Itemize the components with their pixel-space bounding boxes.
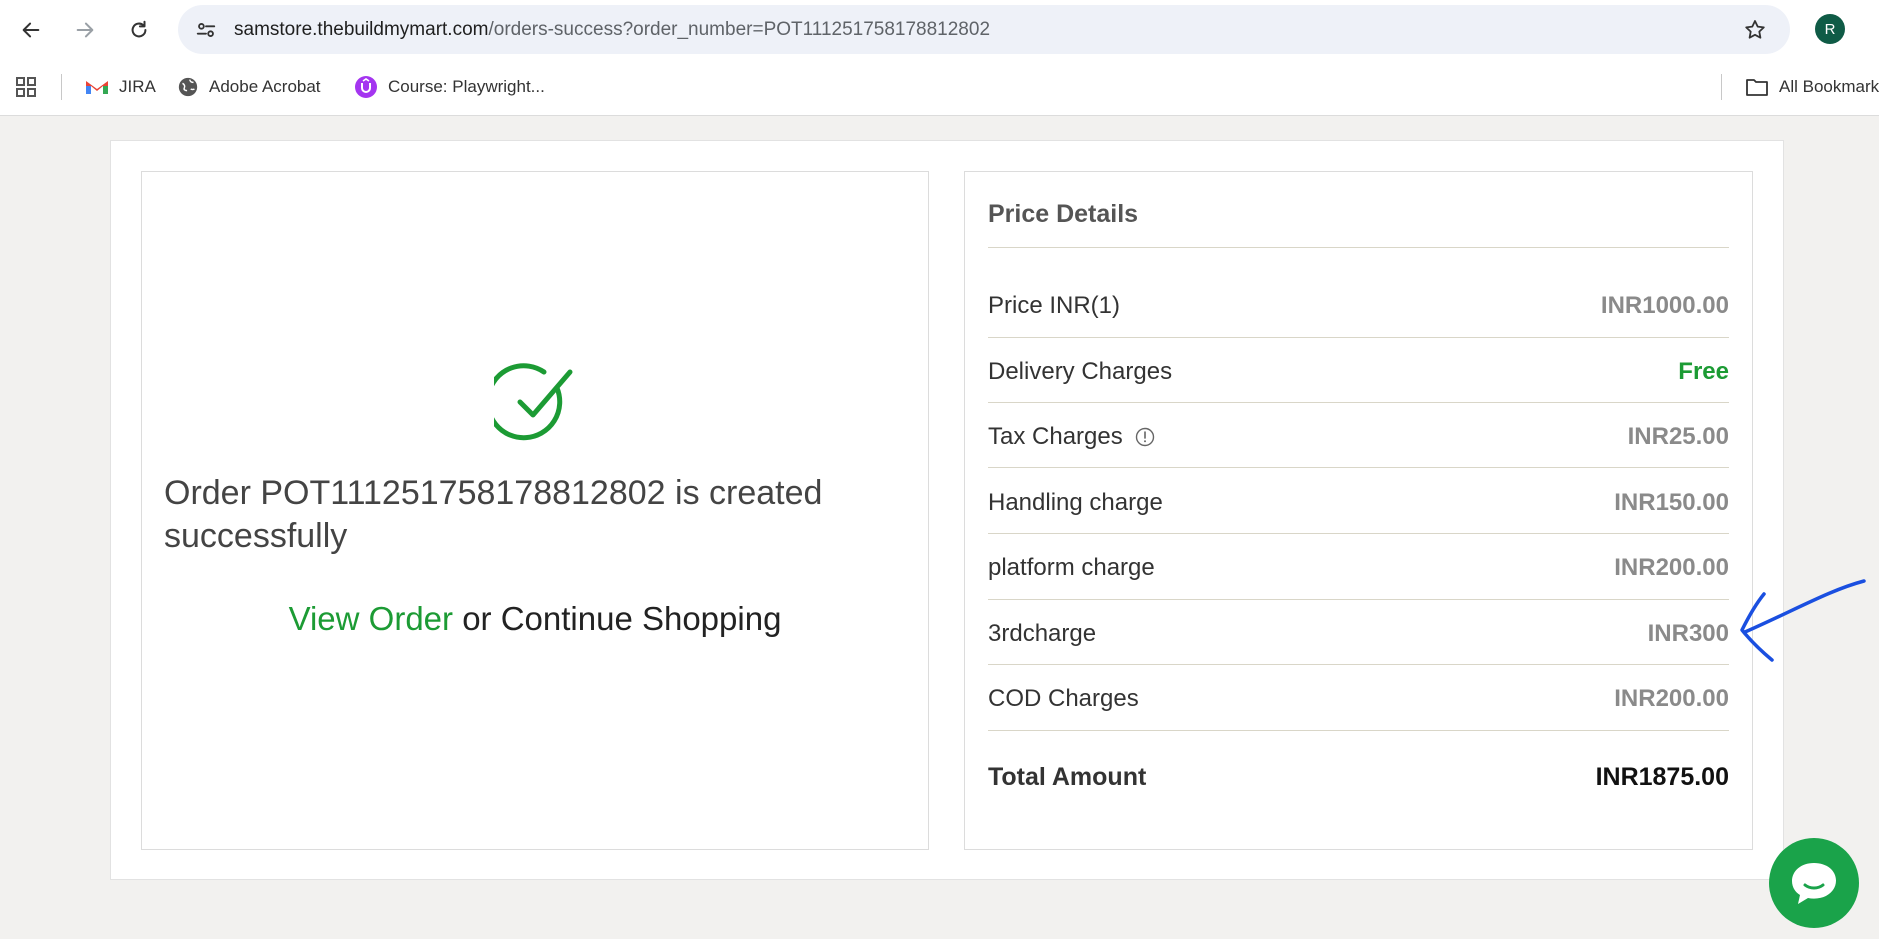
view-order-link[interactable]: View Order (289, 600, 453, 637)
tax-label-wrap: Tax Charges (988, 423, 1155, 451)
chat-widget-button[interactable] (1769, 838, 1859, 928)
continue-shopping-link[interactable]: Continue Shopping (501, 600, 782, 637)
forward-arrow-icon (76, 22, 94, 38)
divider (988, 467, 1729, 468)
cod-charges-row: COD Charges INR200.00 (988, 666, 1729, 731)
price-row-label: Handling charge (988, 488, 1163, 516)
reload-icon (131, 20, 147, 38)
price-row-value: INR200.00 (1614, 684, 1729, 712)
globe-icon (178, 77, 198, 97)
third-charge-row: 3rdcharge INR300 (988, 601, 1729, 666)
price-row-value: INR150.00 (1614, 488, 1729, 516)
order-actions: View Order or Continue Shopping (141, 600, 929, 638)
profile-avatar[interactable]: R (1815, 14, 1845, 44)
tax-charges-row: Tax Charges INR25.00 (988, 404, 1729, 469)
browser-toolbar: samstore.thebuildmymart.com/orders-succe… (0, 0, 1879, 58)
price-row-label: Delivery Charges (988, 357, 1173, 385)
bookmarks-bar: JIRA Adobe Acrobat Course: Playwright...… (0, 58, 1879, 116)
all-bookmarks-label: All Bookmarks (1779, 77, 1879, 96)
total-amount-row: Total Amount INR1875.00 (988, 745, 1729, 810)
info-icon[interactable] (1135, 427, 1155, 447)
url-path: /orders-success?order_number=POT11125175… (488, 19, 991, 40)
price-row-label: 3rdcharge (988, 619, 1097, 647)
course-icon (355, 76, 377, 98)
divider (988, 402, 1729, 403)
site-info-icon[interactable] (192, 16, 220, 44)
handling-charge-row: Handling charge INR150.00 (988, 470, 1729, 535)
bookmark-star-icon[interactable] (1742, 17, 1768, 43)
forward-button[interactable] (67, 13, 103, 47)
divider (988, 533, 1729, 534)
total-amount-value: INR1875.00 (1595, 763, 1729, 791)
url-text[interactable]: samstore.thebuildmymart.com/orders-succe… (234, 5, 990, 54)
chat-bubble-icon (1792, 863, 1836, 904)
annotation-arrow-icon (1740, 579, 1866, 662)
gmail-icon (86, 81, 108, 94)
price-row: Price INR(1) INR1000.00 (988, 273, 1729, 338)
divider (988, 730, 1729, 731)
bookmark-label: Course: Playwright... (388, 77, 545, 96)
total-amount-label: Total Amount (988, 763, 1147, 791)
address-bar[interactable]: samstore.thebuildmymart.com/orders-succe… (178, 5, 1790, 54)
price-row-label: COD Charges (988, 684, 1139, 712)
price-row-label: Tax Charges (988, 422, 1123, 450)
bookmark-jira[interactable]: JIRA (85, 70, 156, 104)
divider (988, 337, 1729, 338)
price-row-value: Free (1678, 357, 1729, 385)
reload-button[interactable] (121, 13, 157, 47)
bookmark-separator (61, 74, 62, 100)
or-text: or (462, 600, 492, 637)
price-row-value: INR1000.00 (1600, 291, 1729, 319)
bookmark-label: Adobe Acrobat (209, 77, 321, 96)
divider (988, 599, 1729, 600)
price-row-label: Price INR(1) (988, 291, 1121, 319)
order-created-message: Order POT111251758178812802 is created s… (164, 474, 823, 555)
success-check-icon (494, 363, 573, 441)
all-bookmarks-button[interactable]: All Bookmarks (1745, 70, 1879, 104)
price-row-value: INR300 (1647, 619, 1729, 647)
price-row-value: INR200.00 (1614, 553, 1729, 581)
divider (988, 664, 1729, 665)
price-details-title: Price Details (988, 200, 1139, 228)
platform-charge-row: platform charge INR200.00 (988, 535, 1729, 600)
apps-button[interactable] (14, 70, 38, 104)
folder-icon (1746, 79, 1768, 96)
bookmark-label: JIRA (119, 77, 156, 96)
back-button[interactable] (13, 13, 49, 47)
divider (988, 247, 1729, 248)
bookmark-course-playwright[interactable]: Course: Playwright... (354, 70, 545, 104)
apps-grid-icon (16, 77, 36, 97)
url-host: samstore.thebuildmymart.com (234, 19, 489, 40)
bookmark-adobe-acrobat[interactable]: Adobe Acrobat (177, 70, 321, 104)
bookmark-separator (1721, 74, 1722, 100)
price-row-label: platform charge (988, 553, 1155, 581)
delivery-charges-row: Delivery Charges Free (988, 339, 1729, 404)
back-arrow-icon (22, 22, 40, 38)
price-row-value: INR25.00 (1627, 422, 1729, 450)
